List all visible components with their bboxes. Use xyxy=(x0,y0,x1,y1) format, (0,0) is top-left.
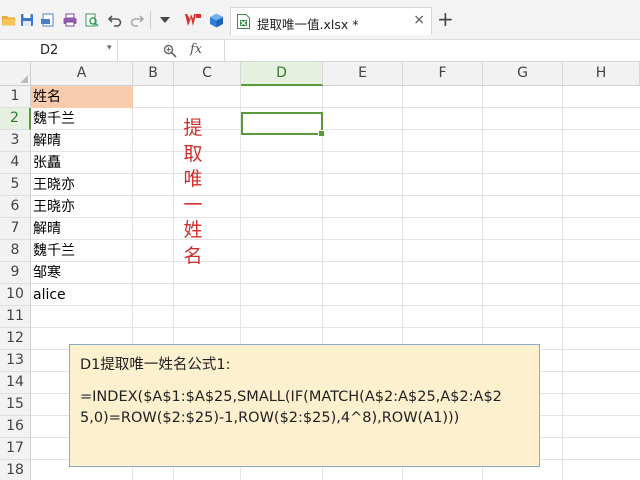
cell-a9[interactable]: 邹寒 xyxy=(33,262,61,284)
gridline xyxy=(31,173,640,174)
row-header-3[interactable]: 3 xyxy=(0,130,31,152)
export-pdf-icon[interactable] xyxy=(41,13,55,27)
row-header-1[interactable]: 1 xyxy=(0,86,31,108)
vertical-label-char: 唯 xyxy=(183,168,203,190)
row-header-14[interactable]: 14 xyxy=(0,372,31,394)
vertical-label-char: 取 xyxy=(183,142,203,165)
cell-a4[interactable]: 张矗 xyxy=(33,152,61,174)
cell-a3[interactable]: 解晴 xyxy=(33,130,61,152)
vertical-label-char: 姓 xyxy=(183,219,203,241)
wps-logo-icon[interactable] xyxy=(185,13,201,27)
row-header-9[interactable]: 9 xyxy=(0,262,31,284)
column-header-b[interactable]: B xyxy=(133,62,174,86)
row-header-13[interactable]: 13 xyxy=(0,350,31,372)
row-header-2[interactable]: 2 xyxy=(0,108,31,130)
column-header-f[interactable]: F xyxy=(403,62,483,86)
gridline xyxy=(31,305,640,306)
vertical-label-char: 名 xyxy=(183,244,203,267)
vertical-label-char: 提 xyxy=(183,117,203,139)
select-all-corner[interactable] xyxy=(0,62,31,86)
column-header-c[interactable]: C xyxy=(174,62,241,86)
gridline xyxy=(31,239,640,240)
save-icon[interactable] xyxy=(20,13,34,27)
column-header-d[interactable]: D xyxy=(241,62,323,86)
select-all-triangle-icon xyxy=(20,75,28,83)
row-header-18[interactable]: 18 xyxy=(0,460,31,480)
tab-active-document[interactable]: 提取唯一值.xlsx * × xyxy=(230,7,432,35)
cell-a5[interactable]: 王晓亦 xyxy=(33,174,75,196)
row-header-5[interactable]: 5 xyxy=(0,174,31,196)
row-header-12[interactable]: 12 xyxy=(0,328,31,350)
row-header-11[interactable]: 11 xyxy=(0,306,31,328)
app-cube-icon[interactable] xyxy=(209,13,224,28)
gridline xyxy=(31,327,640,328)
cell-a6[interactable]: 王晓亦 xyxy=(33,196,75,218)
quick-access-toolbar: 提取唯一值.xlsx * × + xyxy=(0,0,640,40)
print-preview-icon[interactable] xyxy=(85,13,99,27)
cell-a10[interactable]: alice xyxy=(33,284,66,306)
chevron-down-icon[interactable]: ▾ xyxy=(107,43,112,53)
close-tab-icon[interactable]: × xyxy=(413,12,425,28)
selected-cell-d2[interactable] xyxy=(241,112,325,137)
spreadsheet-file-icon xyxy=(237,14,250,29)
tab-title: 提取唯一值.xlsx * xyxy=(257,17,359,32)
row-header-10[interactable]: 10 xyxy=(0,284,31,306)
row-header-17[interactable]: 17 xyxy=(0,438,31,460)
name-box[interactable]: D2 ▾ xyxy=(0,40,118,61)
formula-bar: D2 ▾ fx xyxy=(0,40,640,62)
print-icon[interactable] xyxy=(63,13,77,27)
open-folder-icon[interactable] xyxy=(2,13,16,27)
row-header-7[interactable]: 7 xyxy=(0,218,31,240)
row-header-15[interactable]: 15 xyxy=(0,394,31,416)
zoom-search-icon[interactable] xyxy=(163,44,177,58)
formula-note-textbox[interactable]: D1提取唯一姓名公式1: =INDEX($A$1:$A$25,SMALL(IF(… xyxy=(69,344,540,467)
row-header-16[interactable]: 16 xyxy=(0,416,31,438)
gridline xyxy=(31,129,640,130)
fill-handle[interactable] xyxy=(318,130,325,137)
column-header-e[interactable]: E xyxy=(323,62,403,86)
name-box-value: D2 xyxy=(40,43,59,58)
undo-icon[interactable] xyxy=(108,13,122,27)
formula-input[interactable] xyxy=(224,40,640,61)
redo-icon[interactable] xyxy=(130,13,144,27)
row-header-8[interactable]: 8 xyxy=(0,240,31,262)
note-title: D1提取唯一姓名公式1: xyxy=(80,357,231,373)
gridline xyxy=(31,151,640,152)
fx-icon[interactable]: fx xyxy=(190,42,202,57)
gridline xyxy=(31,261,640,262)
row-header-6[interactable]: 6 xyxy=(0,196,31,218)
row-header-4[interactable]: 4 xyxy=(0,152,31,174)
cell-a2[interactable]: 魏千兰 xyxy=(33,108,75,130)
cell-a1[interactable]: 姓名 xyxy=(33,86,61,108)
column-header-g[interactable]: G xyxy=(483,62,563,86)
gridline xyxy=(31,217,640,218)
toolbar-divider xyxy=(150,11,151,29)
more-dropdown-icon[interactable] xyxy=(159,15,171,25)
cell-a7[interactable]: 解晴 xyxy=(33,218,61,240)
note-formula-line-1: =INDEX($A$1:$A$25,SMALL(IF(MATCH(A$2:A$2… xyxy=(80,389,502,405)
gridline xyxy=(31,195,640,196)
vertical-label-char: 一 xyxy=(183,193,203,216)
new-tab-icon[interactable]: + xyxy=(437,9,454,29)
column-header-a[interactable]: A xyxy=(31,62,133,86)
gridline xyxy=(31,283,640,284)
column-header-h[interactable]: H xyxy=(563,62,640,86)
note-formula-line-2: 5,0)=ROW($2:$25)-1,ROW($2:$25),4^8),ROW(… xyxy=(80,410,460,426)
cell-a8[interactable]: 魏千兰 xyxy=(33,240,75,262)
vertical-label: 提 取 唯 一 姓 名 xyxy=(181,116,205,269)
